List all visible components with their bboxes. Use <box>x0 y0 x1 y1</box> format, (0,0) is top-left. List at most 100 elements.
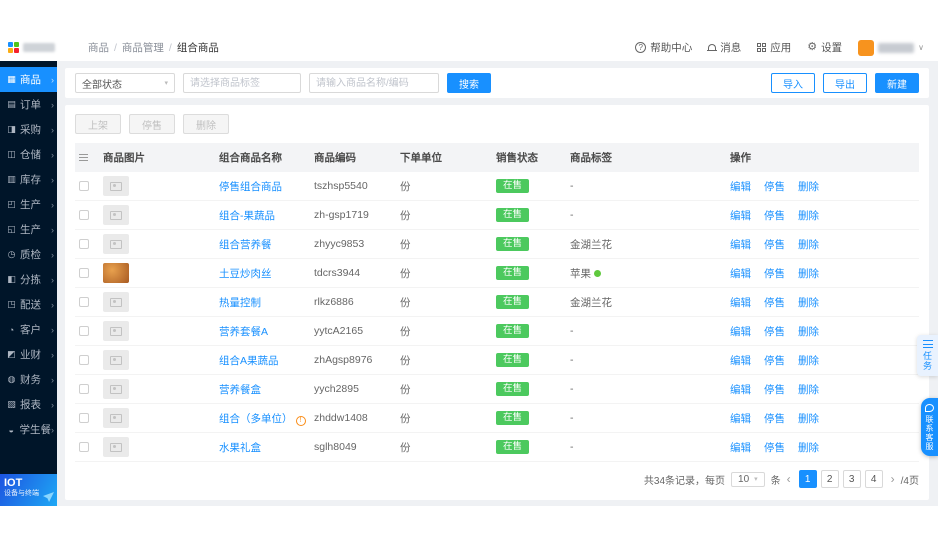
sidebar-item-production-1[interactable]: ◰生产› <box>0 192 57 217</box>
sidebar-item-finance[interactable]: ◍财务› <box>0 367 57 392</box>
row-checkbox[interactable] <box>79 442 89 452</box>
row-checkbox[interactable] <box>79 210 89 220</box>
create-button[interactable]: 新建 <box>875 73 919 93</box>
product-code: tdcrs3944 <box>310 259 396 288</box>
total-records-label: 共34条记录，每页 <box>644 472 725 487</box>
help-center-link[interactable]: ? 帮助中心 <box>635 40 692 55</box>
sidebar-item-biz-finance[interactable]: ◩业财› <box>0 342 57 367</box>
sidebar-item-goods[interactable]: ▦商品› <box>0 67 57 92</box>
product-name-link[interactable]: 组合营养餐 <box>219 239 272 251</box>
row-action-stop-sale[interactable]: 停售 <box>764 442 785 454</box>
app-logo[interactable] <box>8 42 78 53</box>
row-checkbox[interactable] <box>79 413 89 423</box>
product-name-link[interactable]: 组合A果蔬品 <box>219 355 279 367</box>
sidebar-item-quality[interactable]: ◷质检› <box>0 242 57 267</box>
tasks-fab[interactable]: 任务 <box>917 335 938 376</box>
order-unit: 份 <box>396 259 492 288</box>
breadcrumb-item-goods[interactable]: 商品 <box>88 40 109 55</box>
row-action-stop-sale[interactable]: 停售 <box>764 326 785 338</box>
row-action-edit[interactable]: 编辑 <box>730 326 751 338</box>
sidebar-item-inventory[interactable]: ▥库存› <box>0 167 57 192</box>
row-action-edit[interactable]: 编辑 <box>730 268 751 280</box>
row-action-edit[interactable]: 编辑 <box>730 210 751 222</box>
row-action-delete[interactable]: 删除 <box>798 297 819 309</box>
customer-service-fab[interactable]: 联系客服 <box>921 398 938 456</box>
page-button-2[interactable]: 2 <box>821 470 839 488</box>
product-name-link[interactable]: 停售组合商品 <box>219 181 282 193</box>
row-action-delete[interactable]: 删除 <box>798 210 819 222</box>
column-settings-icon[interactable] <box>79 154 88 161</box>
row-action-stop-sale[interactable]: 停售 <box>764 210 785 222</box>
page-button-1[interactable]: 1 <box>799 470 817 488</box>
export-button[interactable]: 导出 <box>823 73 867 93</box>
col-header-name: 组合商品名称 <box>215 143 310 172</box>
import-button[interactable]: 导入 <box>771 73 815 93</box>
product-tag: 苹果 <box>566 259 726 288</box>
row-action-stop-sale[interactable]: 停售 <box>764 297 785 309</box>
batch-stop-sale-button[interactable]: 停售 <box>129 114 175 134</box>
user-menu[interactable]: ∨ <box>858 40 924 56</box>
row-action-stop-sale[interactable]: 停售 <box>764 181 785 193</box>
page-size-select[interactable]: 10 ▾ <box>731 472 765 487</box>
product-name-link[interactable]: 组合-果蔬品 <box>219 210 275 222</box>
row-checkbox[interactable] <box>79 181 89 191</box>
row-action-delete[interactable]: 删除 <box>798 326 819 338</box>
breadcrumb-item-goods-management[interactable]: 商品管理 <box>122 40 164 55</box>
status-select[interactable]: 全部状态 ▾ <box>75 73 175 93</box>
row-action-stop-sale[interactable]: 停售 <box>764 355 785 367</box>
sidebar-item-student-meals[interactable]: ◒学生餐› <box>0 417 57 442</box>
row-checkbox[interactable] <box>79 239 89 249</box>
sidebar-item-sorting[interactable]: ◧分拣› <box>0 267 57 292</box>
sidebar-item-orders[interactable]: ▤订单› <box>0 92 57 117</box>
row-checkbox[interactable] <box>79 384 89 394</box>
sidebar-item-customers[interactable]: ◔客户› <box>0 317 57 342</box>
sidebar-item-purchase[interactable]: ◨采购› <box>0 117 57 142</box>
sidebar-item-reports[interactable]: ▧报表› <box>0 392 57 417</box>
row-action-stop-sale[interactable]: 停售 <box>764 239 785 251</box>
row-action-edit[interactable]: 编辑 <box>730 413 751 425</box>
sidebar-item-delivery[interactable]: ◳配送› <box>0 292 57 317</box>
row-checkbox[interactable] <box>79 297 89 307</box>
page-button-3[interactable]: 3 <box>843 470 861 488</box>
row-action-delete[interactable]: 删除 <box>798 355 819 367</box>
apps-link[interactable]: 应用 <box>757 40 791 55</box>
next-page-button[interactable]: › <box>891 472 895 486</box>
row-action-delete[interactable]: 删除 <box>798 384 819 396</box>
product-name-link[interactable]: 营养餐盒 <box>219 384 261 396</box>
row-checkbox[interactable] <box>79 355 89 365</box>
row-action-edit[interactable]: 编辑 <box>730 181 751 193</box>
row-action-delete[interactable]: 删除 <box>798 181 819 193</box>
row-action-edit[interactable]: 编辑 <box>730 442 751 454</box>
row-action-stop-sale[interactable]: 停售 <box>764 384 785 396</box>
search-button[interactable]: 搜索 <box>447 73 491 93</box>
sidebar-item-warehouse[interactable]: ◫仓储› <box>0 142 57 167</box>
prev-page-button[interactable]: ‹ <box>787 472 791 486</box>
iot-panel[interactable]: IOT 设备与终端 <box>0 474 57 506</box>
row-action-edit[interactable]: 编辑 <box>730 355 751 367</box>
row-action-stop-sale[interactable]: 停售 <box>764 413 785 425</box>
page-button-4[interactable]: 4 <box>865 470 883 488</box>
row-action-delete[interactable]: 删除 <box>798 268 819 280</box>
row-action-edit[interactable]: 编辑 <box>730 384 751 396</box>
product-name-link[interactable]: 热量控制 <box>219 297 261 309</box>
row-action-stop-sale[interactable]: 停售 <box>764 268 785 280</box>
row-action-edit[interactable]: 编辑 <box>730 239 751 251</box>
product-name-link[interactable]: 土豆炒肉丝 <box>219 268 272 280</box>
sidebar-item-production-2[interactable]: ◱生产› <box>0 217 57 242</box>
topbar-right: ? 帮助中心 消息 应用 ⚙ 设置 ∨ <box>635 40 924 56</box>
row-action-delete[interactable]: 删除 <box>798 442 819 454</box>
batch-on-shelf-button[interactable]: 上架 <box>75 114 121 134</box>
row-action-delete[interactable]: 删除 <box>798 239 819 251</box>
row-action-edit[interactable]: 编辑 <box>730 297 751 309</box>
product-name-link[interactable]: 营养套餐A <box>219 326 268 338</box>
row-checkbox[interactable] <box>79 326 89 336</box>
product-name-link[interactable]: 水果礼盒 <box>219 442 261 454</box>
product-name-link[interactable]: 组合（多单位） <box>219 413 293 425</box>
row-checkbox[interactable] <box>79 268 89 278</box>
settings-link[interactable]: ⚙ 设置 <box>807 40 842 55</box>
name-search-input[interactable] <box>309 73 439 93</box>
messages-link[interactable]: 消息 <box>708 40 741 55</box>
tag-filter-input[interactable] <box>183 73 301 93</box>
batch-delete-button[interactable]: 删除 <box>183 114 229 134</box>
row-action-delete[interactable]: 删除 <box>798 413 819 425</box>
